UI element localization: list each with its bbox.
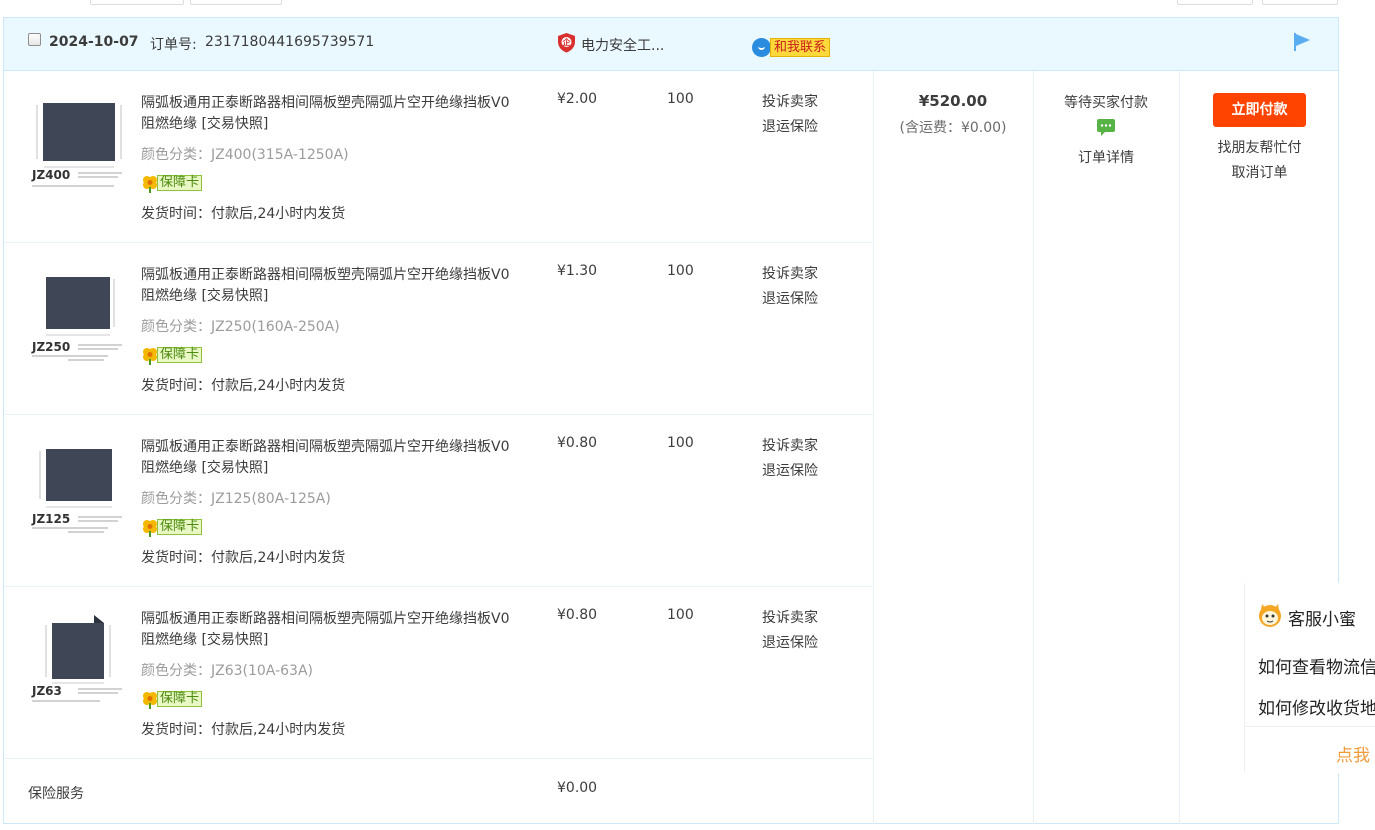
thumbnail-model-label: JZ63 [31,684,62,698]
column-divider [873,71,874,824]
guarantee-card-badge[interactable]: 保障卡 [141,173,206,193]
order-item-row: JZ250 隔弧板通用正泰断路器相间隔板塑壳隔弧片空开绝缘挡板V0阻燃绝缘 [交… [4,243,873,415]
flag-icon[interactable] [1292,31,1312,53]
ask-friend-pay-link[interactable]: 找朋友帮忙付 [1179,137,1340,157]
wangwang-icon [752,38,771,57]
guarantee-card-label: 保障卡 [157,347,203,363]
customer-service-panel: 客服小蜜 如何查看物流信 如何修改收货地 点我 [1244,583,1375,773]
product-spec: 颜色分类：JZ125(80A-125A) [141,491,331,507]
product-thumbnail[interactable]: JZ250 [28,265,128,369]
top-control-stub[interactable] [1177,0,1253,5]
top-control-stub[interactable] [90,0,184,5]
guarantee-card-badge[interactable]: 保障卡 [141,689,206,709]
thumbnail-model-label: JZ250 [31,340,70,354]
order-number: 2317180441695739571 [205,34,375,50]
return-insurance-link[interactable]: 退运保险 [762,116,818,136]
shipping-time: 发货时间：付款后,24小时内发货 [141,722,346,738]
guarantee-card-label: 保障卡 [157,175,203,191]
message-icon[interactable] [1097,119,1115,136]
top-control-stub[interactable] [1262,0,1338,5]
column-divider [1033,71,1034,824]
customer-service-title: 客服小蜜 [1288,610,1356,630]
product-spec: 颜色分类：JZ63(10A-63A) [141,663,313,679]
order-item-row: JZ125 隔弧板通用正泰断路器相间隔板塑壳隔弧片空开绝缘挡板V0阻燃绝缘 [交… [4,415,873,587]
contact-seller-label: 和我联系 [770,38,831,57]
product-title-link[interactable]: 隔弧板通用正泰断路器相间隔板塑壳隔弧片空开绝缘挡板V0阻燃绝缘 [交易快照] [141,437,513,479]
order-date: 2024-10-07 [49,34,139,50]
freight-note: (含运费：¥0.00) [899,120,1007,136]
thumbnail-model-label: JZ400 [31,168,70,182]
panel-divider [1245,726,1375,727]
thumbnail-model-label: JZ125 [31,512,70,526]
shop-badge-icon: 企 [558,33,575,53]
top-control-stub[interactable] [190,0,282,5]
complain-seller-link[interactable]: 投诉卖家 [762,607,818,627]
order-header: 2024-10-07 订单号: 2317180441695739571 企 电力… [4,18,1338,71]
ask-assistant-link[interactable]: 点我 [1336,741,1370,766]
faq-address-link[interactable]: 如何修改收货地 [1258,694,1375,719]
quantity: 100 [667,263,694,279]
order-status: 等待买家付款 [1064,95,1148,111]
shipping-time: 发货时间：付款后,24小时内发货 [141,206,346,222]
complain-seller-link[interactable]: 投诉卖家 [762,435,818,455]
order-number-label: 订单号: [150,37,197,53]
cancel-order-link[interactable]: 取消订单 [1179,162,1340,182]
quantity: 100 [667,435,694,451]
product-thumbnail[interactable]: JZ125 [28,437,128,541]
column-divider [1179,71,1180,824]
insurance-row: 保险服务 ¥0.00 [4,759,873,824]
contact-seller-button[interactable]: 和我联系 [752,37,836,57]
return-insurance-link[interactable]: 退运保险 [762,632,818,652]
product-spec: 颜色分类：JZ250(160A-250A) [141,319,340,335]
shipping-time: 发货时间：付款后,24小时内发货 [141,550,346,566]
pay-now-button[interactable]: 立即付款 [1213,93,1306,127]
return-insurance-link[interactable]: 退运保险 [762,288,818,308]
product-spec: 颜色分类：JZ400(315A-1250A) [141,147,349,163]
order-select-checkbox[interactable] [28,33,41,46]
shop-name-link[interactable]: 电力安全工... [581,35,664,55]
unit-price: ¥1.30 [557,263,598,279]
order-total: ¥520.00 [918,92,988,110]
quantity: 100 [667,607,694,623]
product-title-link[interactable]: 隔弧板通用正泰断路器相间隔板塑壳隔弧片空开绝缘挡板V0阻燃绝缘 [交易快照] [141,609,513,651]
guarantee-card-label: 保障卡 [157,519,203,535]
complain-seller-link[interactable]: 投诉卖家 [762,91,818,111]
product-title-link[interactable]: 隔弧板通用正泰断路器相间隔板塑壳隔弧片空开绝缘挡板V0阻燃绝缘 [交易快照] [141,265,513,307]
unit-price: ¥0.80 [557,435,598,451]
unit-price: ¥2.00 [557,91,598,107]
faq-logistics-link[interactable]: 如何查看物流信 [1258,653,1375,678]
assistant-avatar-icon [1259,604,1281,627]
product-thumbnail[interactable]: JZ400 [28,93,128,197]
order-card: 2024-10-07 订单号: 2317180441695739571 企 电力… [3,17,1339,824]
shipping-time: 发货时间：付款后,24小时内发货 [141,378,346,394]
product-title-link[interactable]: 隔弧板通用正泰断路器相间隔板塑壳隔弧片空开绝缘挡板V0阻燃绝缘 [交易快照] [141,93,513,135]
guarantee-card-label: 保障卡 [157,691,203,707]
return-insurance-link[interactable]: 退运保险 [762,460,818,480]
svg-text:企: 企 [562,37,572,47]
guarantee-card-badge[interactable]: 保障卡 [141,345,206,365]
product-thumbnail[interactable]: JZ63 [28,609,128,713]
unit-price: ¥0.80 [557,607,598,623]
order-detail-link[interactable]: 订单详情 [1033,147,1179,167]
guarantee-card-badge[interactable]: 保障卡 [141,517,206,537]
quantity: 100 [667,91,694,107]
insurance-price: ¥0.00 [557,780,598,796]
complain-seller-link[interactable]: 投诉卖家 [762,263,818,283]
order-item-row: JZ63 隔弧板通用正泰断路器相间隔板塑壳隔弧片空开绝缘挡板V0阻燃绝缘 [交易… [4,587,873,759]
insurance-label: 保险服务 [28,786,84,802]
order-item-row: JZ400 隔弧板通用正泰断路器相间隔板塑壳隔弧片空开绝缘挡板V0阻燃绝缘 [交… [4,71,873,243]
